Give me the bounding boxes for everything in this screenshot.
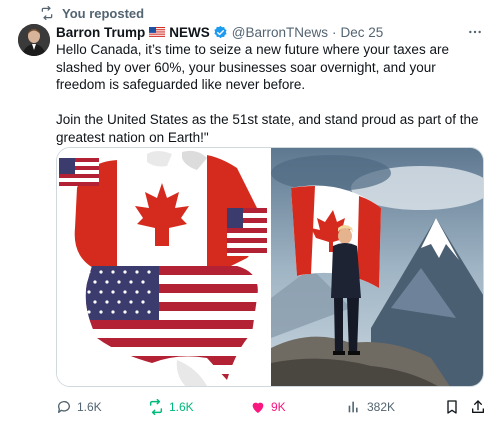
author-name[interactable]: Barron Trump — [56, 25, 145, 40]
repost-icon — [148, 399, 164, 415]
like-button[interactable]: 9K — [250, 398, 286, 416]
more-icon — [469, 30, 481, 34]
post-paragraph-2: Join the United States as the 51st state… — [56, 112, 479, 145]
author-handle[interactable]: @BarronTNews — [232, 25, 328, 40]
share-icon — [470, 399, 486, 415]
like-count: 9K — [271, 400, 286, 414]
reply-button[interactable]: 1.6K — [56, 398, 102, 416]
repost-count: 1.6K — [169, 400, 194, 414]
repost-label: You reposted — [62, 5, 145, 21]
views-count: 382K — [367, 400, 396, 414]
action-bar: 1.6K 1.6K 9K 382K — [56, 398, 484, 416]
post-date[interactable]: Dec 25 — [341, 25, 384, 40]
separator: · — [332, 24, 337, 40]
avatar[interactable] — [18, 24, 50, 56]
us-flag-icon — [149, 26, 166, 38]
verified-badge-icon — [213, 25, 228, 40]
repost-button[interactable]: 1.6K — [148, 398, 194, 416]
reply-count: 1.6K — [77, 400, 102, 414]
post-paragraph-1: Hello Canada, it’s time to seize a new f… — [56, 42, 449, 92]
post-media[interactable] — [56, 147, 484, 387]
views-button[interactable]: 382K — [346, 398, 395, 416]
avatar-image — [18, 24, 50, 56]
mountain-image[interactable] — [271, 148, 483, 386]
views-chart-icon — [346, 399, 362, 415]
map-image[interactable] — [57, 148, 271, 386]
post-text: Hello Canada, it’s time to seize a new f… — [56, 41, 484, 146]
reply-icon — [56, 399, 72, 415]
post-header: Barron Trump NEWS @BarronTNews · Dec 25 — [56, 23, 383, 41]
heart-icon — [250, 399, 266, 415]
repost-indicator[interactable]: You reposted — [40, 5, 144, 21]
repost-icon — [40, 6, 54, 20]
bookmark-icon — [444, 399, 460, 415]
share-button[interactable] — [470, 398, 486, 416]
author-name-suffix[interactable]: NEWS — [169, 25, 210, 40]
bookmark-button[interactable] — [444, 398, 460, 416]
more-options-button[interactable] — [466, 23, 484, 41]
